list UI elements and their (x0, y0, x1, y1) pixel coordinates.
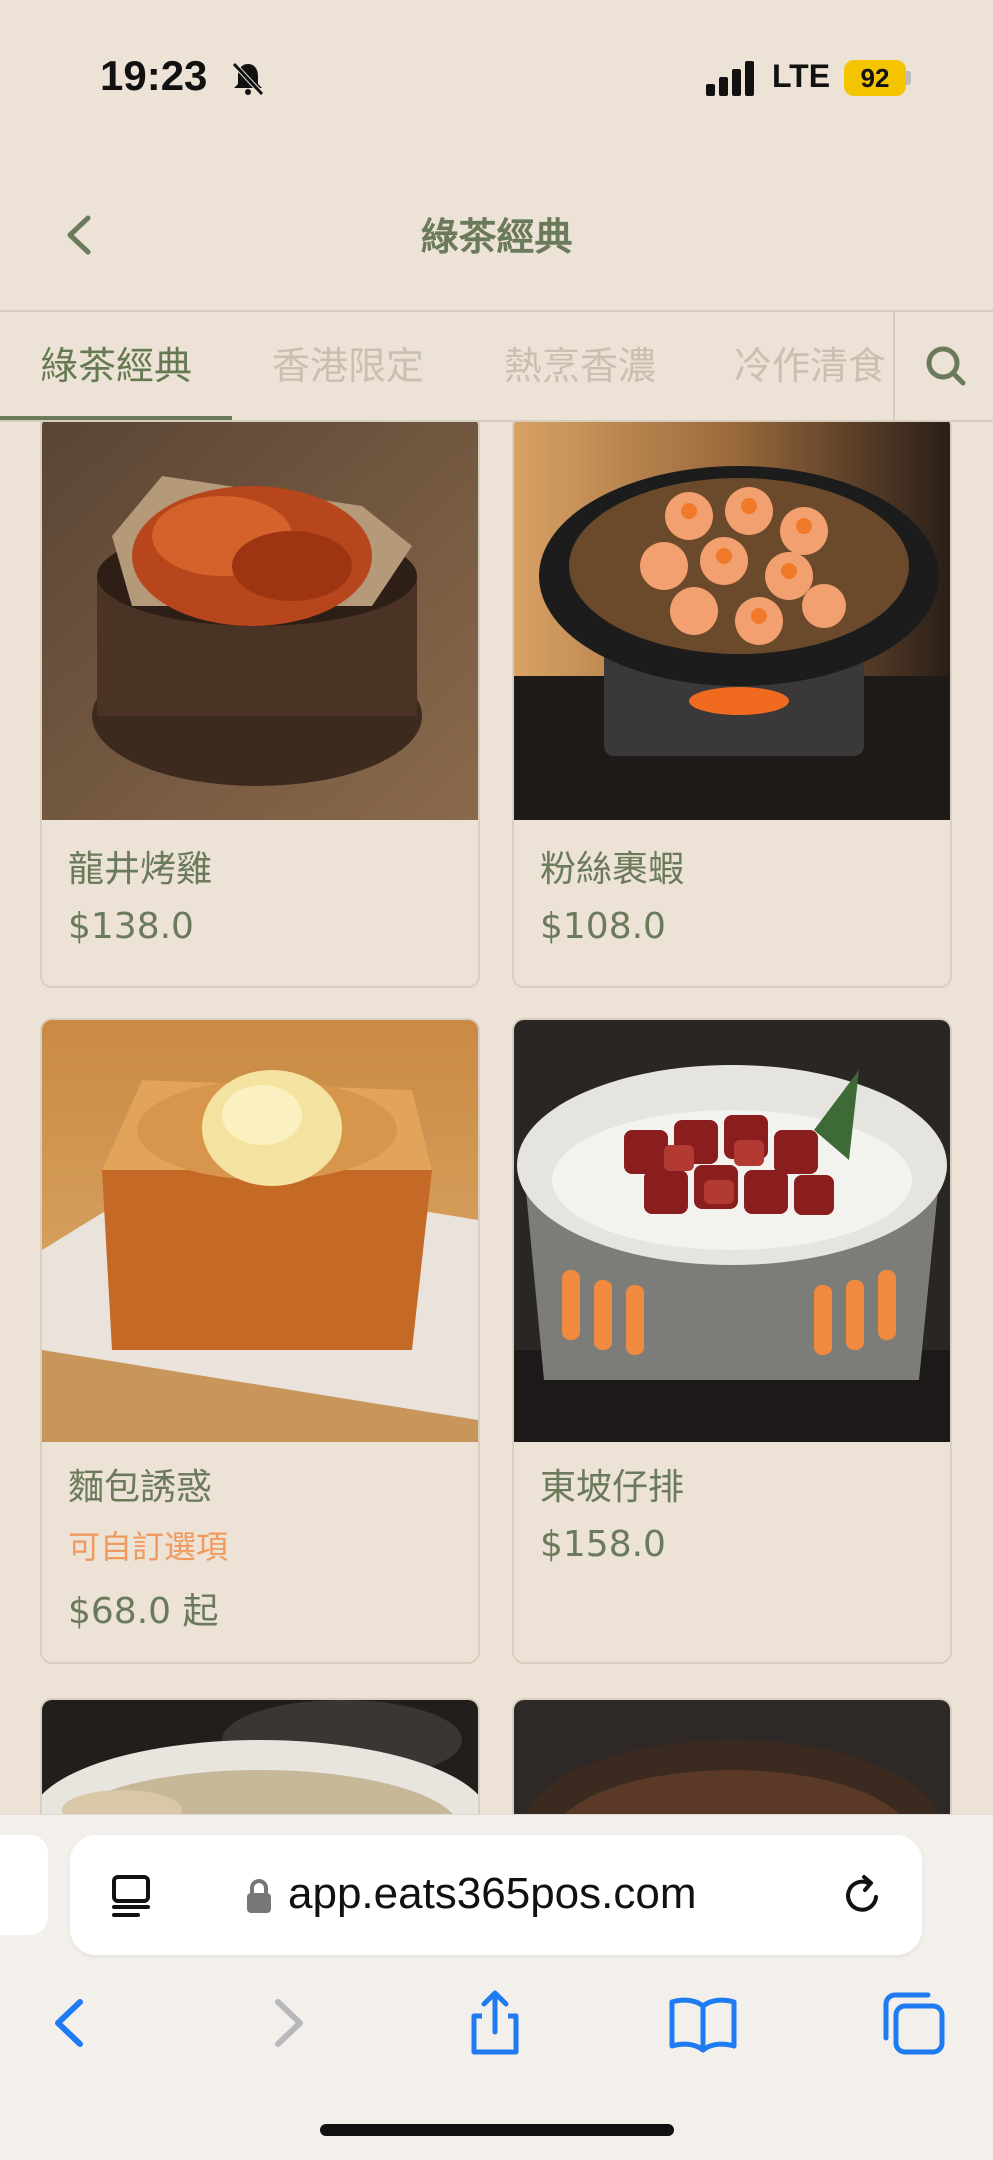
browser-address-area: app.eats365pos.com (0, 1814, 993, 1965)
back-nav-icon[interactable] (36, 1988, 106, 2058)
product-name: 粉絲裹蝦 (540, 849, 685, 890)
url-text[interactable]: app.eats365pos.com (288, 1869, 697, 1919)
tab-cold-dishes[interactable]: 冷作清食 (696, 312, 893, 420)
bookmarks-icon[interactable] (668, 1988, 738, 2058)
home-indicator (320, 2124, 674, 2136)
product-image-honey-toast (42, 1020, 478, 1442)
lock-icon (247, 1879, 271, 1913)
previous-tab-peek[interactable] (0, 1835, 48, 1935)
forward-nav-icon[interactable] (252, 1988, 322, 2058)
battery-cap (906, 71, 911, 85)
tabs-icon[interactable] (878, 1988, 948, 2058)
product-image-braised-pork-ribs (514, 1020, 950, 1442)
product-name: 龍井烤雞 (68, 849, 213, 890)
product-grid: 龍井烤雞 $138.0 粉絲裹蝦 $108.0 麵包誘惑 可自訂選項 $68.0… (0, 422, 993, 1814)
status-time: 19:23 (100, 52, 208, 99)
product-price: $138.0 (68, 906, 194, 947)
product-name: 東坡仔排 (540, 1467, 685, 1508)
battery-indicator: 92 (844, 60, 906, 96)
product-price: $68.0 起 (68, 1591, 219, 1632)
product-image-shrimp-vermicelli (514, 422, 950, 820)
product-card[interactable] (512, 1698, 952, 1814)
network-type: LTE (772, 58, 831, 94)
tab-green-tea-classics[interactable]: 綠茶經典 (0, 312, 232, 420)
reload-icon[interactable] (840, 1873, 886, 1919)
category-tabs: 綠茶經典 香港限定 熱烹香濃 冷作清食 (0, 310, 993, 422)
bell-muted-icon (232, 62, 264, 96)
customizable-option-label: 可自訂選項 (68, 1528, 229, 1566)
status-bar: 19:23 LTE 92 (0, 0, 993, 160)
product-card[interactable]: 麵包誘惑 可自訂選項 $68.0 起 (40, 1018, 480, 1664)
tab-hot-dishes[interactable]: 熱烹香濃 (464, 312, 696, 420)
product-name: 麵包誘惑 (68, 1467, 213, 1508)
reader-mode-icon[interactable] (108, 1873, 154, 1919)
tab-hong-kong-limited[interactable]: 香港限定 (232, 312, 464, 420)
active-tab-indicator (0, 416, 232, 420)
search-button[interactable] (893, 312, 993, 420)
cellular-signal-icon (706, 61, 754, 96)
page-title: 綠茶經典 (420, 215, 573, 259)
product-price: $108.0 (540, 906, 666, 947)
product-image-dark-pot (514, 1700, 950, 1814)
browser-toolbar (0, 1964, 993, 2160)
product-image-roast-chicken (42, 422, 478, 820)
search-icon (926, 346, 966, 386)
product-card[interactable]: 粉絲裹蝦 $108.0 (512, 422, 952, 988)
product-card[interactable]: 東坡仔排 $158.0 (512, 1018, 952, 1664)
product-image-soup-bowl (42, 1700, 478, 1814)
product-card[interactable]: 龍井烤雞 $138.0 (40, 422, 480, 988)
product-card[interactable] (40, 1698, 480, 1814)
product-price: $158.0 (540, 1524, 666, 1565)
page-header: 綠茶經典 (0, 160, 993, 310)
share-icon[interactable] (460, 1988, 530, 2058)
address-bar[interactable]: app.eats365pos.com (70, 1835, 922, 1955)
